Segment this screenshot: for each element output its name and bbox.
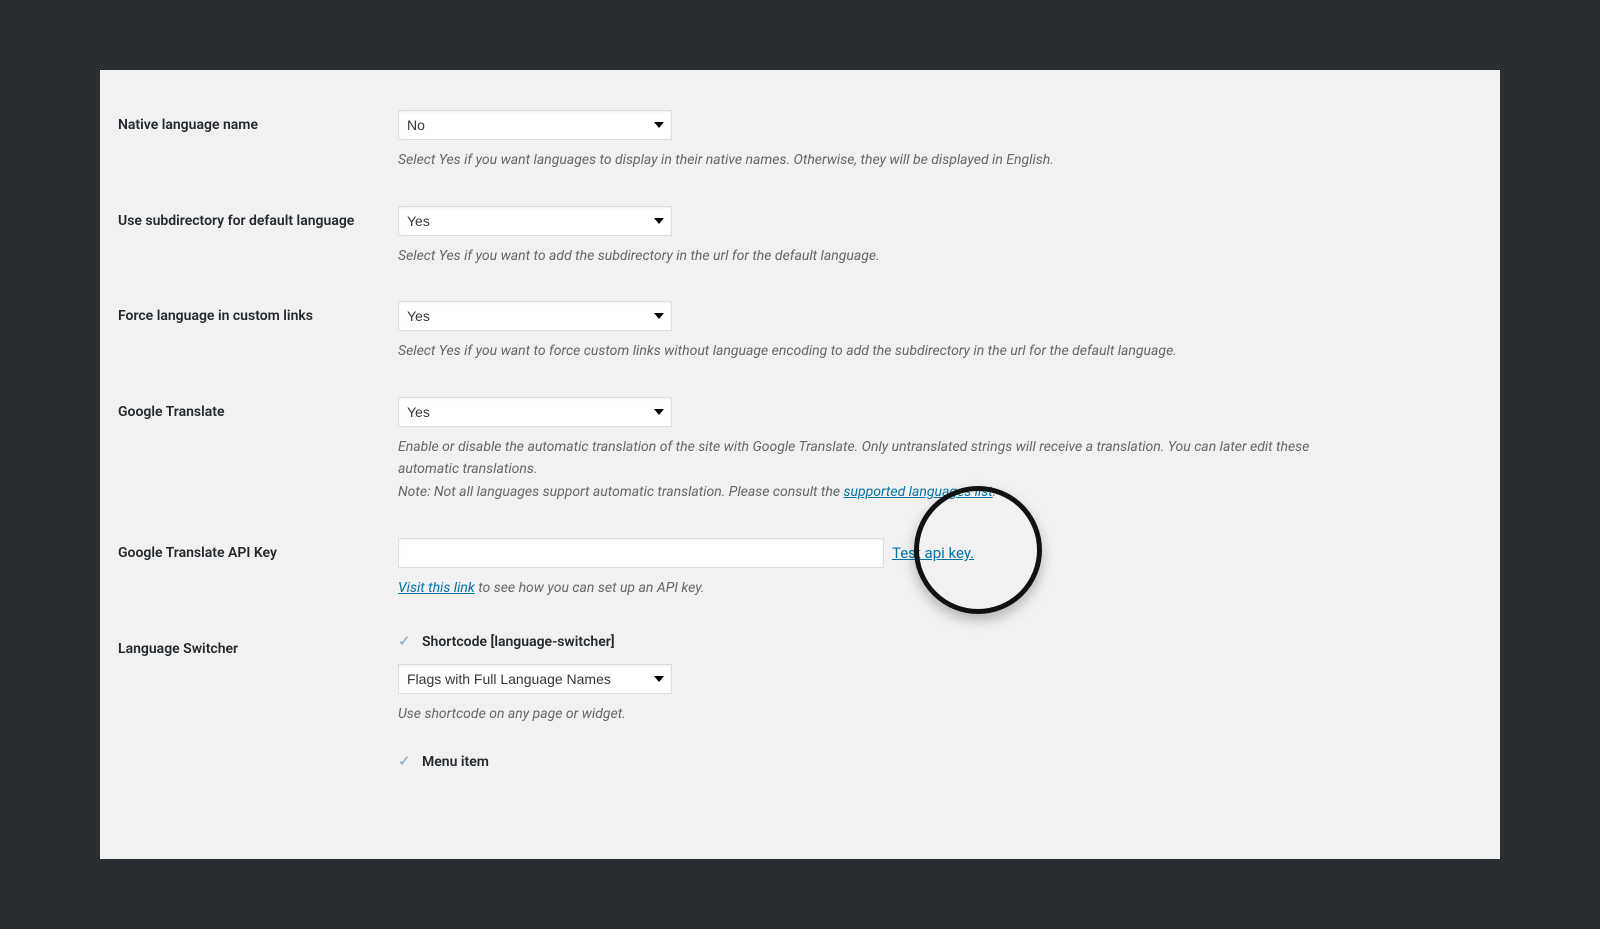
label-force-language: Force language in custom links	[118, 301, 398, 327]
select-google-translate-wrap: Yes	[398, 397, 672, 427]
settings-panel: Native language name No Select Yes if yo…	[100, 70, 1500, 859]
select-switcher-style[interactable]: Flags with Full Language Names	[398, 664, 672, 694]
select-switcher-style-wrap: Flags with Full Language Names	[398, 664, 672, 694]
input-api-key[interactable]	[398, 538, 884, 568]
check-icon: ✓	[398, 634, 414, 649]
desc-force-language: Select Yes if you want to force custom l…	[398, 341, 1358, 363]
label-language-switcher: Language Switcher	[118, 634, 398, 660]
desc-use-subdirectory: Select Yes if you want to add the subdir…	[398, 246, 1358, 268]
select-force-language[interactable]: Yes	[398, 301, 672, 331]
label-use-subdirectory: Use subdirectory for default language	[118, 206, 398, 232]
label-native-language-name: Native language name	[118, 110, 398, 136]
row-language-switcher: Language Switcher ✓ Shortcode [language-…	[118, 634, 1482, 780]
checkbox-menu-item[interactable]: ✓ Menu item	[398, 754, 1482, 770]
row-use-subdirectory: Use subdirectory for default language Ye…	[118, 206, 1482, 268]
select-native-language-name-wrap: No	[398, 110, 672, 140]
select-use-subdirectory[interactable]: Yes	[398, 206, 672, 236]
row-api-key: Google Translate API Key Test api key. V…	[118, 538, 1482, 600]
label-google-translate: Google Translate	[118, 397, 398, 423]
label-api-key: Google Translate API Key	[118, 538, 398, 564]
checkbox-shortcode[interactable]: ✓ Shortcode [language-switcher]	[398, 634, 1482, 650]
row-google-translate: Google Translate Yes Enable or disable t…	[118, 397, 1482, 504]
desc-google-translate-2: Note: Not all languages support automati…	[398, 482, 1358, 504]
desc-native-language-name: Select Yes if you want languages to disp…	[398, 150, 1358, 172]
check-icon: ✓	[398, 754, 414, 769]
select-native-language-name[interactable]: No	[398, 110, 672, 140]
select-force-language-wrap: Yes	[398, 301, 672, 331]
row-native-language-name: Native language name No Select Yes if yo…	[118, 110, 1482, 172]
checkbox-shortcode-label: Shortcode [language-switcher]	[422, 634, 615, 650]
select-use-subdirectory-wrap: Yes	[398, 206, 672, 236]
desc-switcher: Use shortcode on any page or widget.	[398, 704, 1358, 726]
checkbox-menu-item-label: Menu item	[422, 754, 489, 770]
link-test-api-key[interactable]: Test api key.	[892, 544, 974, 562]
desc-google-translate-1: Enable or disable the automatic translat…	[398, 437, 1358, 480]
link-visit-api-setup[interactable]: Visit this link	[398, 580, 475, 596]
desc-api-key: Visit this link to see how you can set u…	[398, 578, 1358, 600]
row-force-language: Force language in custom links Yes Selec…	[118, 301, 1482, 363]
link-supported-languages[interactable]: supported languages list	[843, 484, 992, 500]
select-google-translate[interactable]: Yes	[398, 397, 672, 427]
